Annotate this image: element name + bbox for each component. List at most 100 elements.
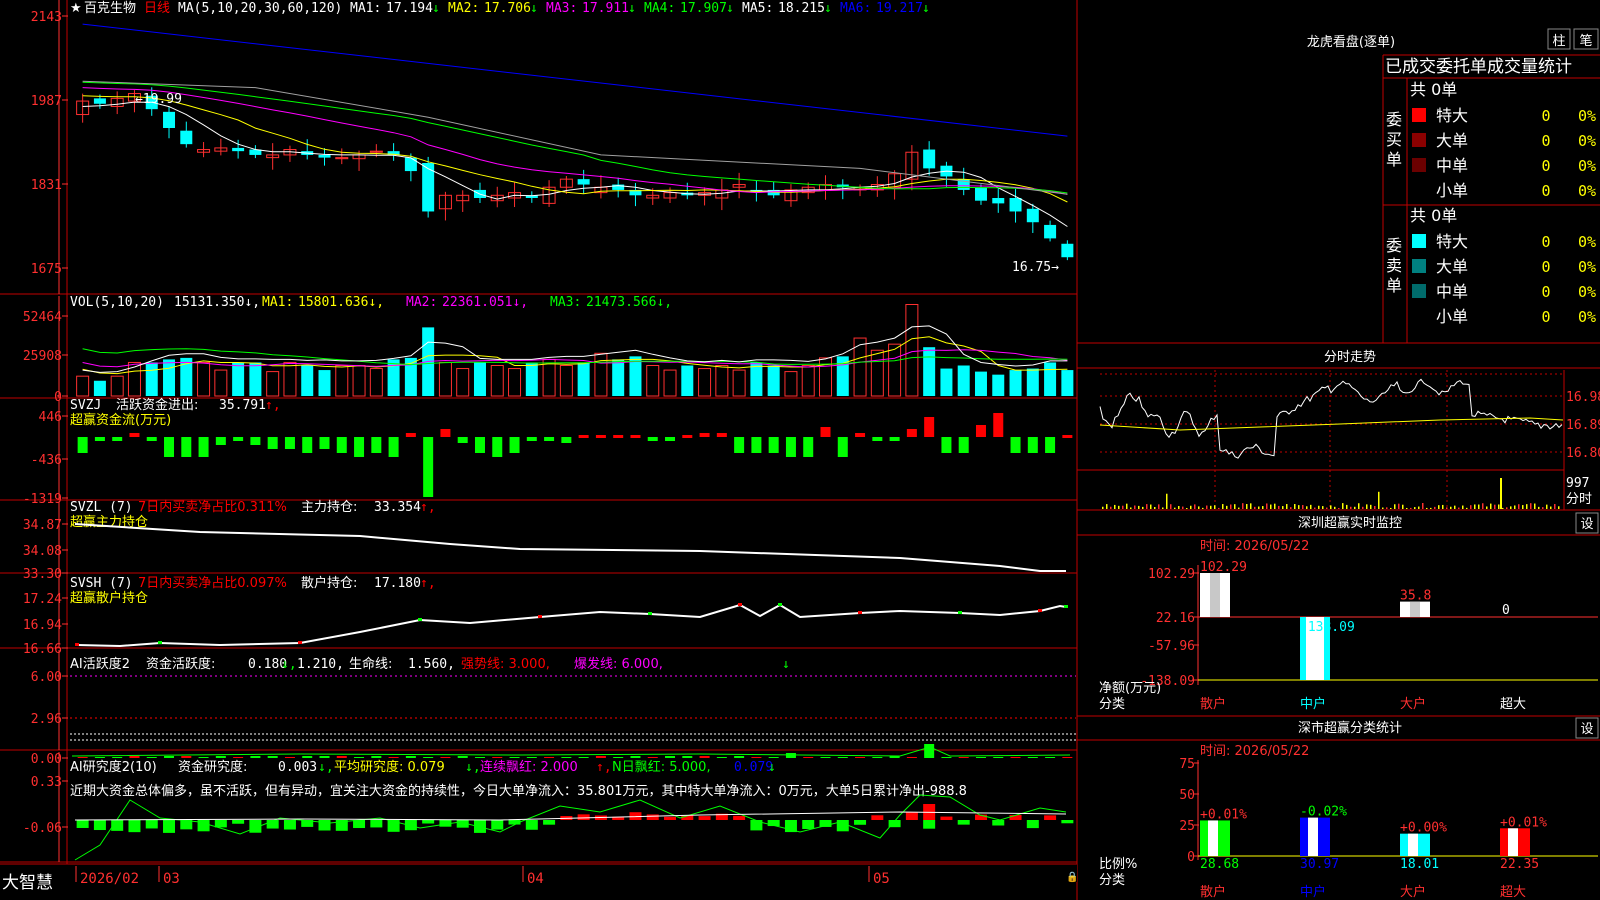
price-y-tick: 1675 [31, 262, 62, 277]
intraday-vol-bar [1474, 504, 1476, 509]
order-count: 0 [1541, 157, 1550, 175]
vol-ma-value: 21473.566↓, [586, 295, 672, 310]
activity-ma-line [71, 746, 1071, 757]
research-bar [733, 815, 746, 820]
intraday-vol-bar [1274, 503, 1276, 509]
activity-bar [233, 757, 244, 758]
order-pct: 0% [1578, 157, 1596, 175]
svzj-value: 35.791 [219, 398, 266, 413]
research-bar [232, 820, 245, 824]
brand-logo: 大智慧 [2, 873, 53, 893]
intraday-vol-bar [1118, 505, 1120, 509]
intraday-vol-bar [1426, 507, 1428, 509]
ma-value: 18.215 [778, 1, 825, 16]
svzj-y-tick: -1319 [23, 492, 62, 507]
flow-bar [423, 437, 434, 497]
activity-bar [112, 757, 123, 758]
flow-bar [405, 433, 416, 437]
intraday-vol-label: 分时 [1566, 492, 1592, 507]
intraday-vol-bar [1106, 504, 1108, 509]
flow-bar [474, 437, 485, 453]
research-bar [923, 820, 936, 829]
volume-bar [1061, 370, 1074, 396]
retail-marker [738, 603, 742, 606]
down-arrow-icon: ↓ [726, 1, 734, 16]
volume-bar [214, 369, 228, 397]
classify-bar-shade [1208, 820, 1218, 856]
monitor-category: 中户 [1300, 696, 1326, 712]
lifeline-label: 生命线: [349, 656, 392, 672]
down-arrow-icon: ↓, [318, 760, 334, 775]
research-bar [646, 814, 659, 820]
volume-bar [940, 368, 953, 396]
intraday-vol-bar [1510, 506, 1512, 509]
intraday-vol-bar [1506, 507, 1508, 509]
flow-bar [630, 435, 641, 438]
ma-value: 17.911 [582, 1, 629, 16]
intraday-vol-bar [1166, 493, 1168, 509]
research-bar [491, 820, 504, 830]
intraday-vol-bar [1242, 503, 1244, 509]
flow-bar [906, 429, 917, 437]
intraday-vol-bar [1362, 506, 1364, 509]
volume-bar [698, 368, 712, 397]
flow-bar [250, 437, 261, 445]
intraday-vol-bar [1458, 507, 1460, 509]
research-bar [128, 820, 141, 833]
ai-active-value2: 1.210, [297, 657, 344, 672]
chart-workspace[interactable]: ★ 百克生物 日线 MA(5,10,20,30,60,120) MA1: 17.194 ↓ M… [0, 0, 1600, 900]
flow-bar [578, 435, 589, 438]
order-size-label: 特大 [1436, 232, 1468, 251]
intraday-vol-bar [1482, 503, 1484, 509]
flow-bar [146, 437, 157, 441]
flow-bar [440, 429, 451, 437]
flow-bar [77, 437, 88, 453]
candle-body [180, 130, 193, 145]
settings-label[interactable]: 设 [1580, 517, 1593, 532]
classify-change-label: +0.00% [1400, 821, 1447, 836]
activity-bar [509, 757, 520, 758]
ma-label: MA3: [546, 1, 577, 16]
ai-research-value: 0.003 [278, 760, 317, 775]
tab-pen-label[interactable]: 笔 [1579, 33, 1592, 49]
svzl-header: SVZL (7) [70, 500, 133, 515]
intraday-vol-bar [1214, 505, 1216, 509]
vol-value: 15131.350↓, [174, 295, 260, 310]
order-size-swatch [1412, 234, 1426, 248]
classify-y-tick: 50 [1179, 788, 1195, 803]
order-pct: 0% [1578, 233, 1596, 251]
volume-bar [663, 369, 677, 397]
volume-bar [750, 362, 763, 396]
settings-label[interactable]: 设 [1580, 722, 1593, 737]
intraday-vol-bar [1514, 505, 1516, 509]
intraday-vol-bar [1346, 504, 1348, 509]
intraday-vol-bar [1262, 506, 1264, 509]
flow-bar [129, 433, 140, 437]
intraday-vol-bar [1446, 507, 1448, 509]
intraday-vol-bar [1374, 506, 1376, 509]
order-size-label: 中单 [1436, 156, 1468, 175]
side-label-char: 卖 [1386, 256, 1402, 275]
tab-bar-label[interactable]: 柱 [1552, 34, 1565, 49]
intraday-vol-bar [1174, 507, 1176, 509]
research-bar [1026, 820, 1039, 829]
intraday-vol-bar [1130, 507, 1132, 509]
svzj-label: 活跃资金进出: [116, 397, 198, 413]
activity-bar [1010, 757, 1021, 758]
intraday-vol-bar [1430, 507, 1432, 509]
vol-ma-line [82, 336, 1068, 375]
intraday-vol-bar [1486, 506, 1488, 509]
svsh-header: SVSH (7) [70, 576, 133, 591]
intraday-vol-bar [1226, 505, 1228, 509]
intraday-vol-bar [1498, 504, 1500, 509]
intraday-vol-bar [1534, 503, 1536, 509]
flow-bar [665, 437, 676, 441]
activity-bar [630, 756, 641, 758]
intraday-vol-bar [1238, 507, 1240, 509]
research-bar [370, 820, 383, 828]
intraday-y-tick: 16.98 [1566, 390, 1600, 405]
volume-bar [76, 375, 90, 397]
activity-bar [1045, 757, 1056, 758]
intraday-vol-bar [1350, 506, 1352, 509]
flow-bar [872, 437, 883, 441]
